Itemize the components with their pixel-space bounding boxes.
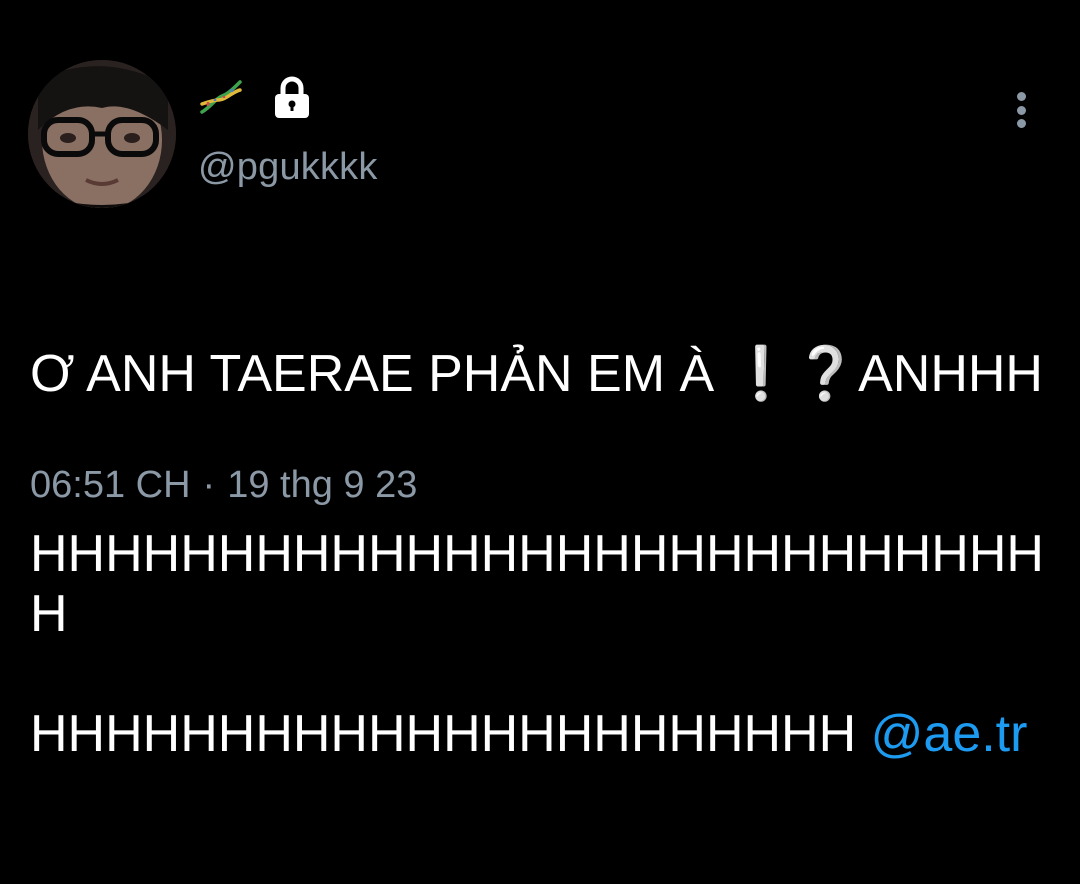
mention-link[interactable]: @ae.tr [871, 705, 1028, 763]
more-vertical-icon [1016, 92, 1026, 101]
more-options-button[interactable] [1004, 88, 1038, 132]
tweet-card: @pgukkkk Ơ ANH TAERAE PHẢN EM À ❕❔ANHHH … [0, 0, 1080, 763]
tweet-text-line-3-plain: HHHHHHHHHHHHHHHHHHHHHH [30, 705, 871, 763]
avatar[interactable] [28, 60, 176, 208]
lock-icon [272, 75, 312, 119]
tweet-date: 19 thg 9 23 [227, 464, 418, 506]
timestamp-separator: · [202, 464, 216, 506]
avatar-image [28, 60, 176, 208]
more-vertical-icon-dot [1016, 119, 1026, 128]
tweet-time: 06:51 CH [30, 464, 191, 506]
tweet-timestamp[interactable]: 06:51 CH · 19 thg 9 23 [30, 464, 417, 507]
tweet-text-line-1: Ơ ANH TAERAE PHẢN EM À ❕❔ANHHH [30, 345, 1043, 403]
tweet-text-line-2: HHHHHHHHHHHHHHHHHHHHHHHHHHHH [30, 525, 1044, 643]
display-name-row [198, 72, 312, 122]
tweet-text-line-3: HHHHHHHHHHHHHHHHHHHHHH @ae.tr [30, 704, 1070, 764]
dna-icon [198, 78, 244, 116]
user-handle[interactable]: @pgukkkk [198, 146, 378, 189]
more-vertical-icon-dot [1016, 105, 1026, 115]
tweet-body: Ơ ANH TAERAE PHẢN EM À ❕❔ANHHH HHHHHHHHH… [30, 224, 1070, 884]
